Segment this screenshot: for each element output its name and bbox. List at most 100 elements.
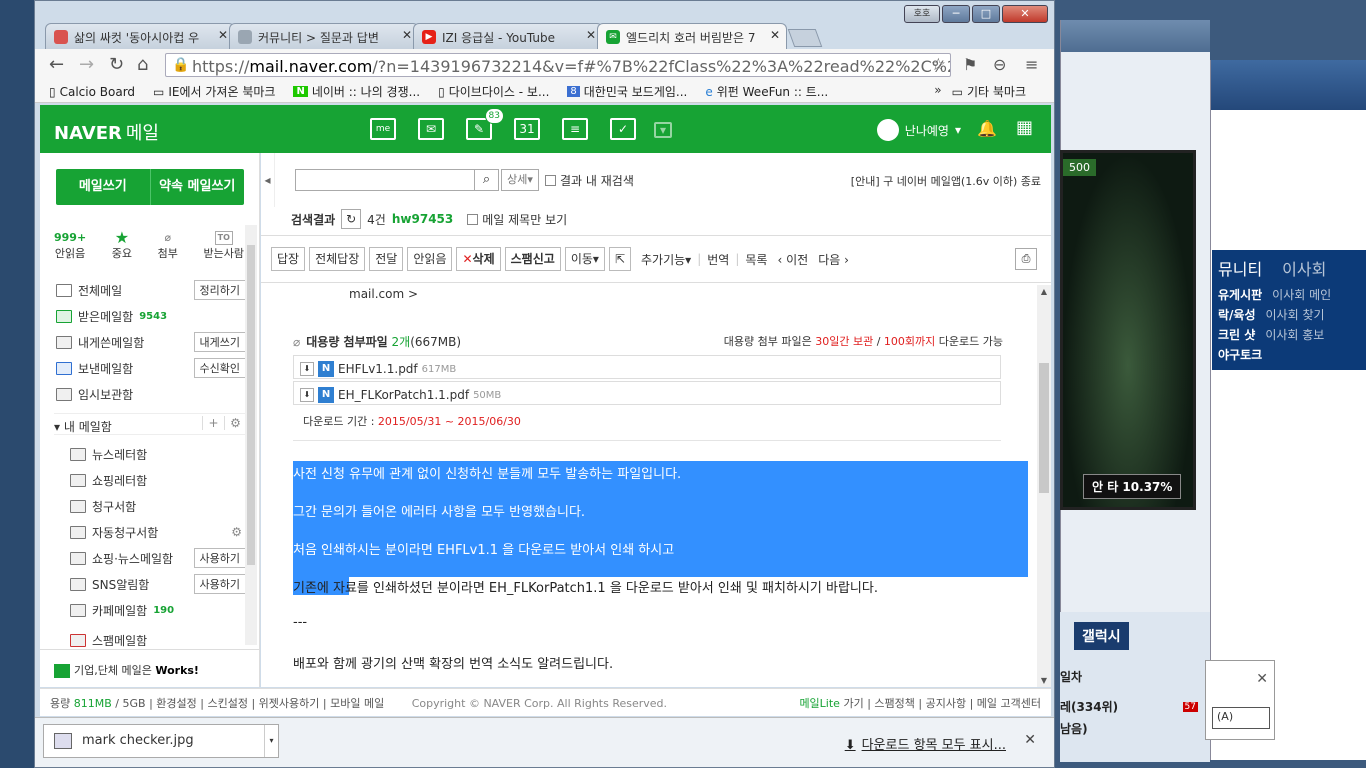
scroll-thumb[interactable]	[247, 245, 255, 565]
home-icon[interactable]: ⌂	[137, 54, 148, 75]
read-receipt-button[interactable]: 수신확인	[193, 358, 246, 378]
show-all-downloads-link[interactable]: ⬇ 다운로드 항목 모두 표시...	[845, 734, 1006, 753]
me-icon[interactable]: me	[370, 118, 396, 140]
folder-spam[interactable]: 스팸메일함	[70, 633, 246, 647]
folder-shopping-news[interactable]: 쇼핑·뉴스메일함 사용하기	[70, 547, 246, 569]
search-icon[interactable]: ⌕	[475, 169, 499, 191]
search-detail-dropdown[interactable]: 상세▾	[501, 169, 539, 191]
chevron-down-icon[interactable]: ▾	[264, 725, 278, 757]
close-icon[interactable]: ✕	[586, 28, 596, 42]
note-icon[interactable]: ✓	[610, 118, 636, 140]
forward-icon[interactable]: →	[79, 54, 94, 75]
maximize-button[interactable]: □	[972, 5, 1000, 23]
next-link[interactable]: 다음 ›	[818, 251, 849, 268]
folder-auto-bills[interactable]: 자동청구서함 ⚙	[70, 521, 246, 543]
filter-recipient[interactable]: TO 받는사람	[204, 231, 244, 261]
download-icon[interactable]: ⬇	[300, 362, 314, 376]
close-icon[interactable]: ✕	[402, 28, 412, 42]
attachment-file-row[interactable]: ⬇ N EH_FLKorPatch1.1.pdf 50MB	[293, 381, 1001, 405]
reply-all-button[interactable]: 전체답장	[309, 247, 366, 271]
scroll-thumb[interactable]	[1039, 363, 1049, 493]
mail-scrollbar[interactable]: ▲ ▼	[1037, 285, 1051, 687]
move-dropdown[interactable]: 이동▾	[564, 247, 605, 271]
reload-icon[interactable]: ↻	[109, 54, 124, 75]
folder-shopping[interactable]: 쇼핑레터함	[70, 469, 246, 491]
my-mailbox-header[interactable]: ▾ 내 메일함 + ⚙	[54, 413, 246, 435]
notice-link[interactable]: 공지사항	[926, 697, 966, 710]
more-functions-dropdown[interactable]: 추가기능▾	[641, 251, 691, 268]
bookmark-item[interactable]: ▭ IE에서 가져온 북마크	[153, 83, 275, 100]
subject-only-toggle[interactable]: 메일 제목만 보기	[467, 211, 567, 228]
user-menu[interactable]: 난나예영 ▾	[876, 119, 961, 141]
sync-icon[interactable]: ⊖	[993, 55, 1006, 74]
other-bookmarks[interactable]: ▭ 기타 북마크	[952, 83, 1026, 100]
naver-mail-logo[interactable]: NAVER 메일	[54, 119, 159, 145]
attachment-file-row[interactable]: ⬇ N EHFLv1.1.pdf 617MB	[293, 355, 1001, 379]
enable-button[interactable]: 사용하기	[193, 574, 246, 594]
sender-address-tail[interactable]: mail.com >	[349, 287, 418, 301]
ndrive-icon[interactable]: N	[318, 387, 334, 403]
notice-link[interactable]: [안내] 구 네이버 메일앱(1.6v 이하) 종료	[851, 173, 1041, 189]
bell-icon[interactable]: 🔔	[977, 119, 997, 138]
close-icon[interactable]: ✕	[770, 28, 780, 42]
delete-button[interactable]: ✕삭제	[456, 247, 501, 271]
list-link[interactable]: 목록	[745, 251, 767, 268]
tab-4-active[interactable]: ✉ 엘드리치 호러 버림받은 7 ✕	[597, 23, 787, 49]
calendar-icon[interactable]: 31	[514, 118, 540, 140]
folder-drafts[interactable]: 임시보관함	[56, 383, 246, 405]
folder-sent[interactable]: 보낸메일함 수신확인	[56, 357, 246, 379]
extension-icon[interactable]: ⚑	[963, 55, 977, 74]
forward-button[interactable]: 전달	[369, 247, 404, 271]
mobile-mail-link[interactable]: 모바일 메일	[330, 697, 384, 710]
address-bar[interactable]: 🔒 https://mail.naver.com/?n=143919673221…	[165, 53, 951, 77]
reply-button[interactable]: 답장	[271, 247, 306, 271]
help-center-link[interactable]: 메일 고객센터	[977, 697, 1041, 710]
organize-button[interactable]: 정리하기	[193, 280, 246, 300]
close-icon[interactable]: ✕	[1024, 732, 1036, 748]
file-name[interactable]: EHFLv1.1.pdf	[338, 362, 418, 376]
scroll-up-icon[interactable]: ▲	[1037, 287, 1051, 296]
tab-3[interactable]: ▶ IZI 응급실 - YouTube ✕	[413, 23, 603, 49]
filter-important[interactable]: ★ 중요	[112, 230, 132, 261]
download-icon[interactable]: ⬇	[300, 388, 314, 402]
mark-unread-button[interactable]: 안읽음	[407, 247, 453, 271]
bookmark-item[interactable]: 8 대한민국 보드게임...	[567, 83, 687, 100]
mail-icon[interactable]: ✉	[418, 118, 444, 140]
bookmark-item[interactable]: ▯ Calcio Board	[49, 85, 135, 99]
bookmark-item[interactable]: N 네이버 :: 나의 경쟁...	[293, 83, 420, 100]
add-folder-icon[interactable]: +	[202, 416, 224, 430]
search-input[interactable]	[295, 169, 475, 191]
translate-link[interactable]: 번역	[707, 251, 729, 268]
filter-attachment[interactable]: ⌀ 첨부	[158, 231, 178, 261]
apps-grid-icon[interactable]: ▦	[1016, 117, 1033, 138]
folder-inbox[interactable]: 받은메일함 9543	[56, 305, 246, 327]
file-name[interactable]: EH_FLKorPatch1.1.pdf	[338, 388, 469, 402]
bookmark-item[interactable]: e 위펀 WeeFun :: 트...	[705, 83, 828, 100]
bookmark-star-icon[interactable]: ☆	[931, 55, 946, 75]
works-promo[interactable]: 기업,단체 메일은 Works!	[40, 649, 259, 687]
bookmark-item[interactable]: ▯ 다이브다이스 - 보...	[438, 83, 549, 100]
folder-cafe[interactable]: 카페메일함 190	[70, 599, 246, 621]
report-spam-button[interactable]: 스팸신고	[504, 247, 561, 271]
prev-link[interactable]: ‹ 이전	[777, 251, 808, 268]
filter-unread[interactable]: 999+ 안읽음	[54, 231, 86, 261]
widget-link[interactable]: 위젯사용하기	[259, 697, 320, 710]
folder-bills[interactable]: 청구서함	[70, 495, 246, 517]
contacts-icon[interactable]: ✎ 83	[466, 108, 504, 140]
write-to-self-button[interactable]: 내게쓰기	[193, 332, 246, 352]
enable-button[interactable]: 사용하기	[193, 548, 246, 568]
folder-sns[interactable]: SNS알림함 사용하기	[70, 573, 246, 595]
menu-icon[interactable]: ≡	[1025, 55, 1038, 74]
mail-lite-link[interactable]: 메일Lite	[799, 697, 840, 710]
folder-newsletter[interactable]: 뉴스레터함	[70, 443, 246, 465]
gear-icon[interactable]: ⚙	[224, 416, 246, 430]
print-icon[interactable]: ⎙	[1015, 248, 1037, 270]
ndrive-icon[interactable]: N	[318, 361, 334, 377]
tab-1[interactable]: 삶의 싸컷 '동아시아컵 우 ✕	[45, 23, 235, 49]
gear-icon[interactable]: ⚙	[231, 525, 242, 539]
bookmarks-overflow-button[interactable]: »	[934, 83, 941, 100]
search-within-results[interactable]: 결과 내 재검색	[545, 172, 634, 189]
minimize-button[interactable]: ─	[942, 5, 970, 23]
close-icon[interactable]: ✕	[218, 28, 228, 42]
skin-settings-link[interactable]: 스킨설정	[207, 697, 247, 710]
